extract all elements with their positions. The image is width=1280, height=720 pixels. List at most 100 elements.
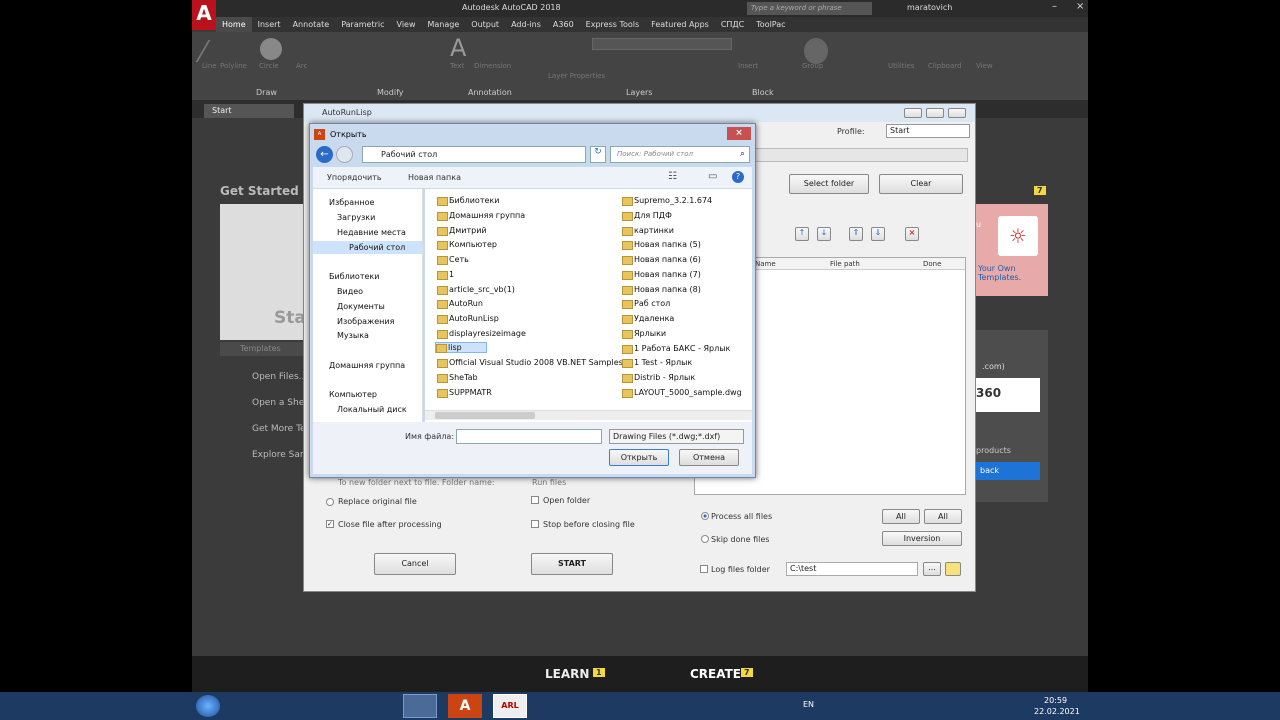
horizontal-scrollbar[interactable] xyxy=(425,410,752,420)
list-item[interactable]: LAYOUT_5000_sample.dwg xyxy=(622,388,742,398)
address-bar[interactable]: Рабочий стол xyxy=(362,146,586,163)
autocad-logo[interactable]: A xyxy=(192,0,216,30)
deselect-all-button[interactable]: All xyxy=(924,509,962,524)
list-item[interactable]: Supremo_3.2.1.674 xyxy=(622,196,712,206)
tab-featured[interactable]: Featured Apps xyxy=(645,17,715,32)
list-item[interactable]: AutoRunLisp xyxy=(437,314,499,324)
filetype-select[interactable]: Drawing Files (*.dwg;*.dxf) xyxy=(609,429,744,444)
open-button[interactable]: Открыть xyxy=(609,449,669,466)
list-item[interactable]: Дмитрий xyxy=(437,226,487,236)
log-folder-input[interactable]: C:\test xyxy=(786,562,918,576)
nav-desktop[interactable]: Рабочий стол xyxy=(313,241,422,254)
panel-draw[interactable]: Draw xyxy=(256,88,277,97)
get-more-templates-link[interactable]: Get More Te xyxy=(252,424,306,434)
tab-annotate[interactable]: Annotate xyxy=(287,17,336,32)
list-item[interactable]: displayresizeimage xyxy=(437,329,526,339)
nav-local-disk[interactable]: Локальный диск xyxy=(337,405,407,414)
list-item[interactable]: 1 xyxy=(437,270,454,280)
nav-homegroup[interactable]: Домашняя группа xyxy=(329,361,405,370)
tab-manage[interactable]: Manage xyxy=(422,17,466,32)
list-item[interactable]: AutoRun xyxy=(437,299,483,309)
filename-input[interactable] xyxy=(456,429,602,444)
close-after-checkbox[interactable]: ✓ xyxy=(326,520,334,528)
select-all-button[interactable]: All xyxy=(882,509,920,524)
nav-favorites[interactable]: Избранное xyxy=(329,198,374,207)
list-item[interactable]: Ярлыки xyxy=(622,329,666,339)
preview-pane-icon[interactable]: ▭ xyxy=(708,171,717,182)
list-item[interactable]: Компьютер xyxy=(437,240,497,250)
open-sheet-set-link[interactable]: Open a Shee xyxy=(252,398,310,408)
move-top-icon[interactable]: ⇑ xyxy=(849,227,863,241)
autocad-taskbar-icon[interactable]: A xyxy=(448,694,482,718)
open-log-folder-icon[interactable] xyxy=(945,562,961,576)
tab-a360[interactable]: A360 xyxy=(547,17,580,32)
list-item[interactable]: Для ПДФ xyxy=(622,211,672,221)
organize-button[interactable]: Упорядочить xyxy=(327,173,382,182)
nav-downloads[interactable]: Загрузки xyxy=(337,213,375,222)
process-all-radio[interactable] xyxy=(701,512,709,520)
col-file-path[interactable]: File path xyxy=(830,260,860,268)
new-folder-option[interactable]: To new folder next to file. Folder name: xyxy=(338,478,495,487)
nav-recent[interactable]: Недавние места xyxy=(337,228,406,237)
list-item[interactable]: Новая папка (8) xyxy=(622,285,701,295)
templates-card[interactable]: u ☼ Your Own Templates. xyxy=(976,204,1048,296)
templates-dropdown[interactable]: Templates xyxy=(220,342,310,356)
list-item[interactable]: SheTab xyxy=(437,373,478,383)
move-bottom-icon[interactable]: ⇓ xyxy=(871,227,885,241)
list-item[interactable]: Новая папка (7) xyxy=(622,270,701,280)
list-item[interactable]: Домашняя группа xyxy=(437,211,525,221)
cancel-button[interactable]: Cancel xyxy=(374,553,456,575)
panel-layers[interactable]: Layers xyxy=(626,88,652,97)
layer-dropdown[interactable] xyxy=(592,38,732,50)
dialog-close-icon[interactable]: × xyxy=(727,127,751,140)
text-icon[interactable]: A xyxy=(450,34,466,62)
create-tab[interactable]: CREATE xyxy=(690,667,741,681)
refresh-icon[interactable]: ↻ xyxy=(590,146,606,163)
browse-button[interactable]: ... xyxy=(923,562,941,576)
clock-date[interactable]: 22.02.2021 xyxy=(1034,707,1080,716)
scroll-thumb[interactable] xyxy=(435,412,535,419)
profile-select[interactable]: Start xyxy=(886,124,970,138)
list-item[interactable]: Official Visual Studio 2008 VB.NET Sampl… xyxy=(437,358,623,368)
tab-insert[interactable]: Insert xyxy=(252,17,287,32)
move-down-icon[interactable]: ↓ xyxy=(817,227,831,241)
panel-annotation[interactable]: Annotation xyxy=(468,88,512,97)
new-folder-button[interactable]: Новая папка xyxy=(408,173,461,182)
dialog-search-input[interactable]: Поиск: Рабочий стол xyxy=(610,146,750,163)
nav-music[interactable]: Музыка xyxy=(337,331,369,340)
select-folder-button[interactable]: Select folder xyxy=(789,174,869,194)
list-item-selected[interactable]: lisp xyxy=(435,342,487,353)
nav-pictures[interactable]: Изображения xyxy=(337,317,394,326)
explore-samples-link[interactable]: Explore Sam xyxy=(252,450,309,460)
tab-express[interactable]: Express Tools xyxy=(580,17,646,32)
list-item[interactable]: Удаленка xyxy=(622,314,674,324)
arl-minimize-button[interactable] xyxy=(904,108,922,118)
group-icon[interactable] xyxy=(804,38,828,64)
tab-parametric[interactable]: Parametric xyxy=(335,17,390,32)
panel-modify[interactable]: Modify xyxy=(377,88,404,97)
tab-home[interactable]: Home xyxy=(216,17,252,32)
learn-tab[interactable]: LEARN xyxy=(545,667,589,681)
inversion-button[interactable]: Inversion xyxy=(882,531,962,546)
list-item[interactable]: Новая папка (6) xyxy=(622,255,701,265)
cancel-dialog-button[interactable]: Отмена xyxy=(679,449,739,466)
open-files-link[interactable]: Open Files... xyxy=(252,372,307,382)
tab-addins[interactable]: Add-ins xyxy=(505,17,547,32)
list-item[interactable]: Distrib - Ярлык xyxy=(622,373,695,383)
list-item[interactable]: Сеть xyxy=(437,255,469,265)
list-item[interactable]: 1 Работа БАКС - Ярлык xyxy=(622,344,730,354)
list-item[interactable]: Раб стол xyxy=(622,299,670,309)
col-done[interactable]: Done xyxy=(923,260,941,268)
move-up-icon[interactable]: ↑ xyxy=(795,227,809,241)
view-options-icon[interactable]: ☷ xyxy=(668,171,677,182)
list-item[interactable]: Новая папка (5) xyxy=(622,240,701,250)
nav-libraries[interactable]: Библиотеки xyxy=(329,272,379,281)
tab-toolpac[interactable]: ToolPac xyxy=(750,17,791,32)
delete-icon[interactable]: × xyxy=(905,227,919,241)
skip-done-radio[interactable] xyxy=(701,535,709,543)
help-icon[interactable]: ? xyxy=(732,171,744,183)
clock-time[interactable]: 20:59 xyxy=(1044,696,1067,705)
start-drawing-card[interactable]: Sta xyxy=(220,204,310,340)
arl-close-button[interactable] xyxy=(948,108,966,118)
search-input[interactable]: Type a keyword or phrase xyxy=(747,2,872,15)
